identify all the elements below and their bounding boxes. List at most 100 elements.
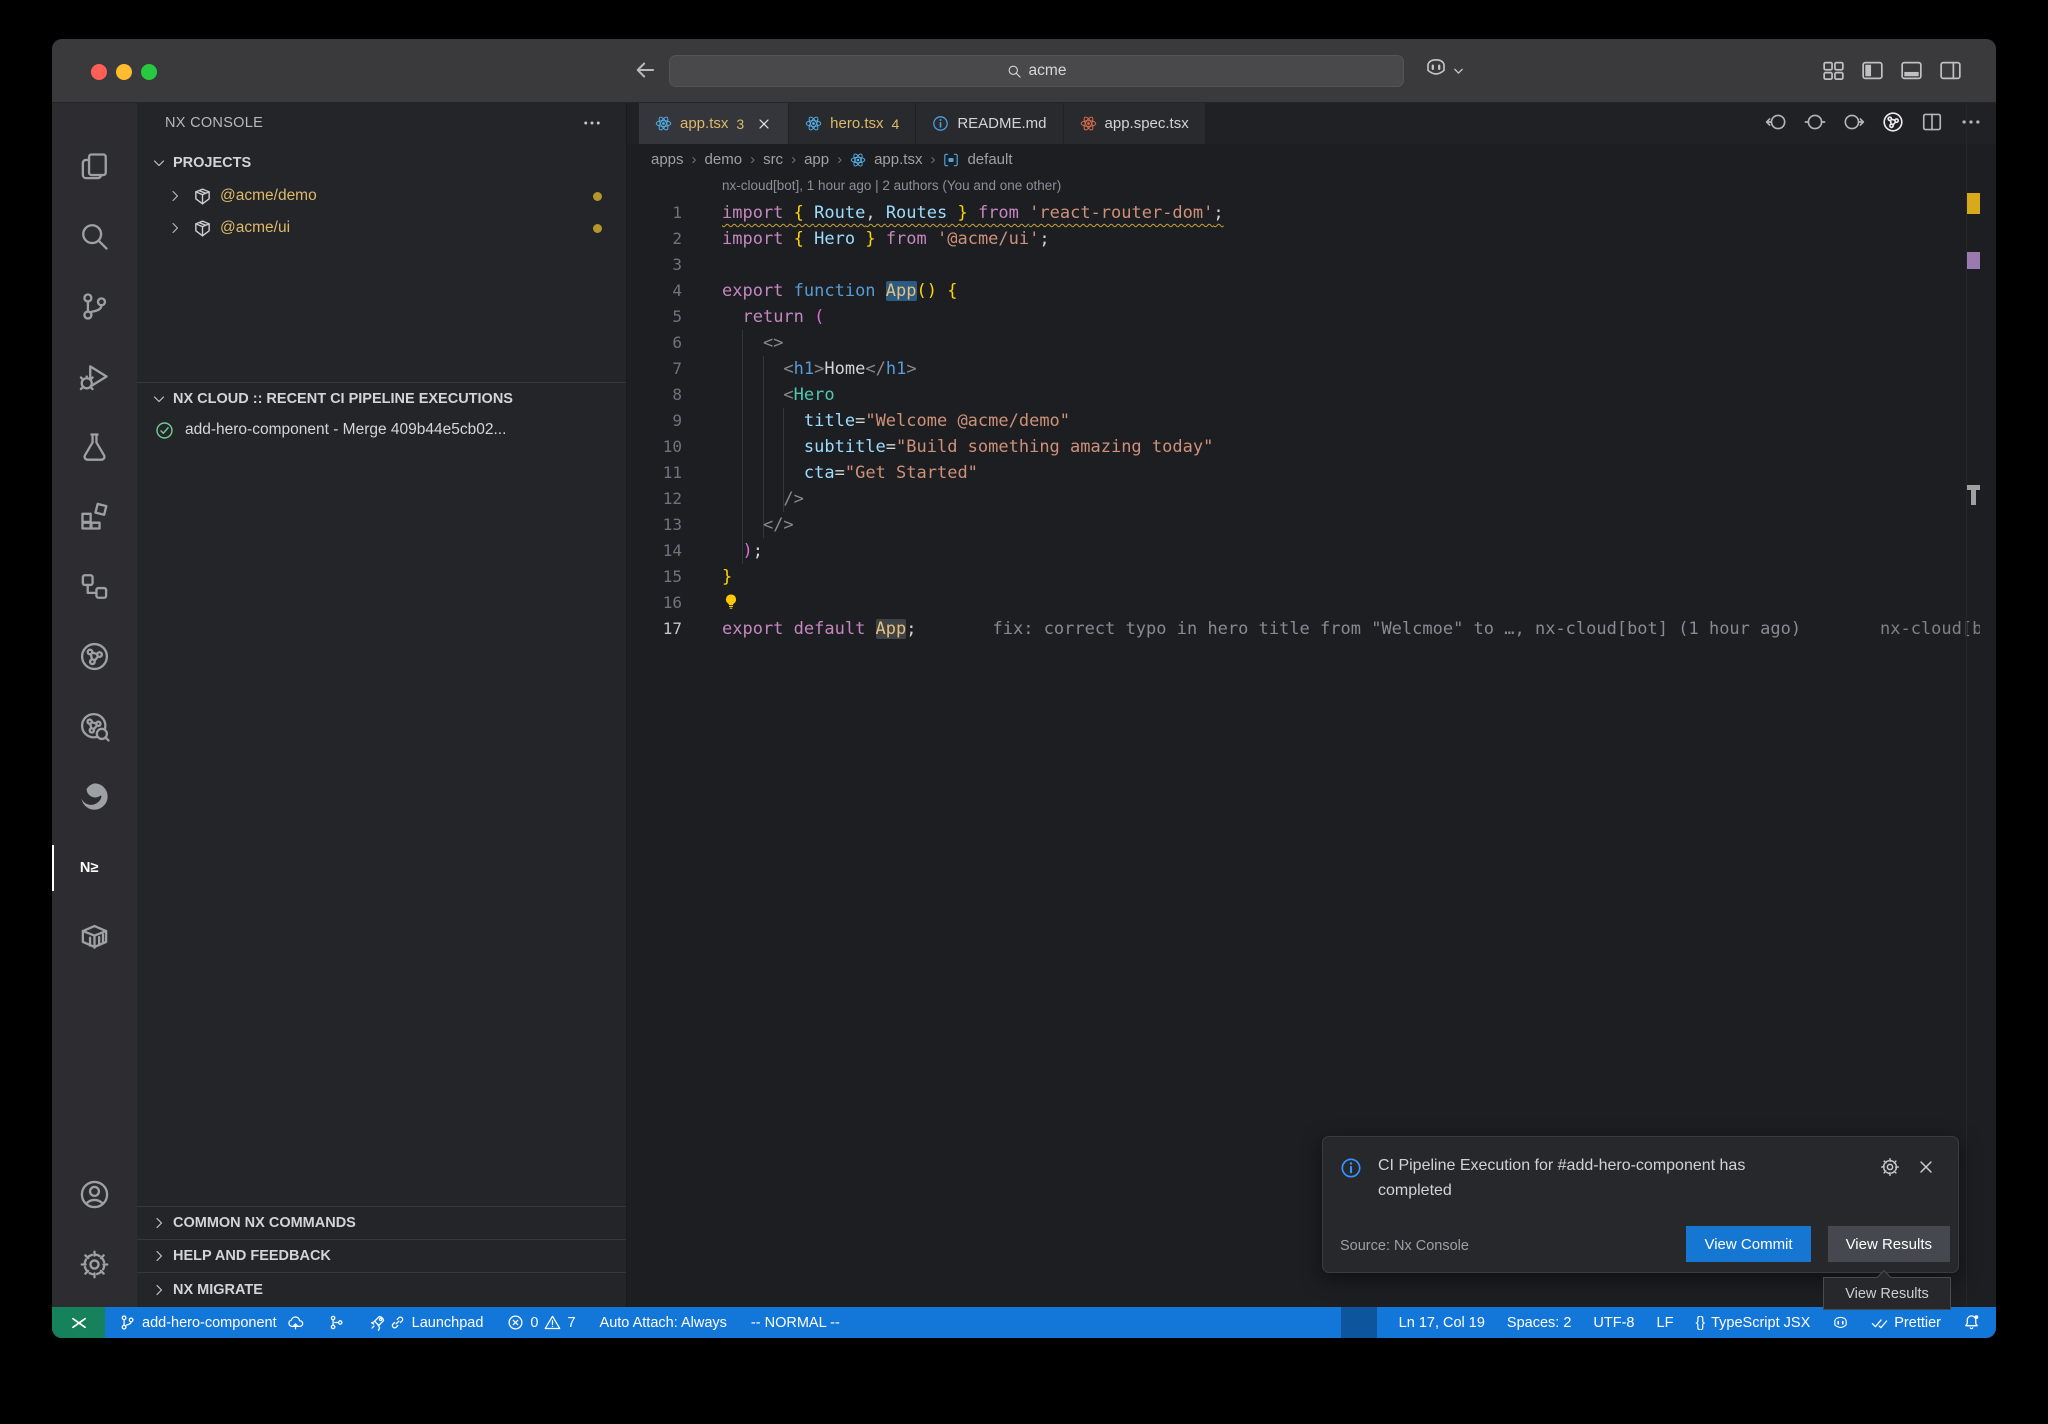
- tab-app-tsx[interactable]: app.tsx 3: [639, 103, 788, 144]
- toggle-sidebar-icon[interactable]: [1861, 59, 1884, 86]
- more-actions-icon[interactable]: [582, 113, 602, 133]
- go-forward-icon[interactable]: [1843, 111, 1865, 137]
- chevron-right-icon[interactable]: [167, 220, 183, 236]
- tab-readme-md[interactable]: README.md: [916, 103, 1062, 144]
- activity-item-nx-project-graph[interactable]: [52, 623, 137, 693]
- project-item-acme-ui[interactable]: @acme/ui: [137, 212, 626, 244]
- line-number[interactable]: 11: [627, 460, 682, 486]
- line-number[interactable]: 13: [627, 512, 682, 538]
- line-number[interactable]: 6: [627, 330, 682, 356]
- go-back-icon[interactable]: [1765, 111, 1787, 137]
- code-line-8[interactable]: <Hero: [722, 382, 1956, 408]
- section-nx-migrate[interactable]: NX MIGRATE: [137, 1272, 626, 1307]
- tab-app-spec-tsx[interactable]: app.spec.tsx: [1064, 103, 1205, 144]
- copilot-status-item[interactable]: [1832, 1314, 1849, 1331]
- navigate-back-icon[interactable]: [632, 57, 660, 85]
- activity-item-references[interactable]: [52, 553, 137, 623]
- breadcrumb-item[interactable]: demo: [705, 151, 743, 168]
- close-icon[interactable]: [1916, 1157, 1936, 1177]
- notification-settings-icon[interactable]: [1880, 1157, 1900, 1177]
- code-line-1[interactable]: import { Route, Routes } from 'react-rou…: [722, 200, 1956, 226]
- problems-item[interactable]: 0 7: [507, 1314, 575, 1331]
- more-actions-icon[interactable]: [1960, 111, 1982, 137]
- minimize-window-button[interactable]: [116, 64, 132, 80]
- nx-cloud-section-header[interactable]: NX CLOUD :: RECENT CI PIPELINE EXECUTION…: [137, 382, 626, 414]
- toggle-panel-icon[interactable]: [1900, 59, 1923, 86]
- activity-item-edge-browser[interactable]: [52, 763, 137, 833]
- copilot-menu[interactable]: [1424, 57, 1465, 77]
- customize-layout-icon[interactable]: [1822, 59, 1845, 86]
- breadcrumb-item[interactable]: app.tsx: [874, 151, 922, 168]
- branch-indicator[interactable]: add-hero-component: [119, 1314, 304, 1331]
- remote-indicator[interactable]: [52, 1307, 105, 1338]
- tab-hero-tsx[interactable]: hero.tsx 4: [789, 103, 915, 144]
- code-line-5[interactable]: return (: [722, 304, 1956, 330]
- code-line-6[interactable]: <>: [722, 330, 1956, 356]
- nav-circle-icon[interactable]: [1804, 111, 1826, 137]
- pipeline-execution-item[interactable]: add-hero-component - Merge 409b44e5cb02.…: [137, 414, 626, 446]
- formatter-item[interactable]: Prettier: [1871, 1314, 1941, 1331]
- line-number[interactable]: 8: [627, 382, 682, 408]
- code-line-9[interactable]: title="Welcome @acme/demo": [722, 408, 1956, 434]
- line-number[interactable]: 16: [627, 590, 682, 616]
- activity-item-source-control[interactable]: [52, 273, 137, 343]
- activity-item-containers[interactable]: [52, 903, 137, 973]
- split-editor-icon[interactable]: [1921, 111, 1943, 137]
- code-line-13[interactable]: </>: [722, 512, 1956, 538]
- code-line-11[interactable]: cta="Get Started": [722, 460, 1956, 486]
- project-item-acme-demo[interactable]: @acme/demo: [137, 180, 626, 212]
- line-number[interactable]: 2: [627, 226, 682, 252]
- maximize-window-button[interactable]: [141, 64, 157, 80]
- code-line-2[interactable]: import { Hero } from '@acme/ui';: [722, 226, 1956, 252]
- line-number[interactable]: 17: [627, 616, 682, 642]
- breadcrumb-item[interactable]: app: [804, 151, 829, 168]
- eol-item[interactable]: LF: [1657, 1315, 1674, 1331]
- code-line-7[interactable]: <h1>Home</h1>: [722, 356, 1956, 382]
- code-line-4[interactable]: export function App() {: [722, 278, 1956, 304]
- line-number[interactable]: 3: [627, 252, 682, 278]
- code-line-14[interactable]: );: [722, 538, 1956, 564]
- activity-item-explorer[interactable]: [52, 133, 137, 203]
- line-number[interactable]: 15: [627, 564, 682, 590]
- zoom-out-item[interactable]: [1341, 1307, 1377, 1338]
- git-graph-item[interactable]: [328, 1314, 345, 1331]
- language-mode-item[interactable]: {} TypeScript JSX: [1695, 1315, 1810, 1331]
- line-number[interactable]: 1: [627, 200, 682, 226]
- breadcrumb-item[interactable]: apps: [651, 151, 684, 168]
- activity-item-account[interactable]: [52, 1161, 137, 1231]
- code-line-3[interactable]: [722, 252, 1956, 278]
- view-results-button[interactable]: View Results: [1828, 1226, 1950, 1262]
- lightbulb-icon[interactable]: [722, 593, 740, 611]
- code-line-10[interactable]: subtitle="Build something amazing today": [722, 434, 1956, 460]
- line-number[interactable]: 10: [627, 434, 682, 460]
- launchpad-item[interactable]: Launchpad: [369, 1314, 484, 1331]
- view-commit-button[interactable]: View Commit: [1686, 1226, 1810, 1262]
- close-window-button[interactable]: [91, 64, 107, 80]
- activity-item-testing[interactable]: [52, 413, 137, 483]
- chevron-right-icon[interactable]: [167, 188, 183, 204]
- command-center-search[interactable]: acme: [669, 55, 1404, 87]
- activity-item-run-debug[interactable]: [52, 343, 137, 413]
- activity-item-search[interactable]: [52, 203, 137, 273]
- indentation-item[interactable]: Spaces: 2: [1507, 1315, 1572, 1331]
- close-icon[interactable]: [756, 116, 772, 132]
- code-line-15[interactable]: }: [722, 564, 1956, 590]
- projects-section-header[interactable]: PROJECTS: [137, 148, 626, 178]
- line-number[interactable]: 5: [627, 304, 682, 330]
- nx-graph-icon[interactable]: [1882, 111, 1904, 137]
- toggle-secondary-sidebar-icon[interactable]: [1939, 59, 1962, 86]
- breadcrumb-item[interactable]: default: [967, 151, 1012, 168]
- section-help-and-feedback[interactable]: HELP AND FEEDBACK: [137, 1239, 626, 1272]
- cursor-position-item[interactable]: Ln 17, Col 19: [1399, 1315, 1485, 1331]
- section-common-nx-commands[interactable]: COMMON NX COMMANDS: [137, 1206, 626, 1239]
- code-line-16[interactable]: [722, 590, 1956, 616]
- code-line-12[interactable]: />: [722, 486, 1956, 512]
- code-lines[interactable]: import { Route, Routes } from 'react-rou…: [722, 200, 1956, 642]
- activity-item-settings[interactable]: [52, 1231, 137, 1301]
- line-number[interactable]: 12: [627, 486, 682, 512]
- vim-mode-item[interactable]: -- NORMAL --: [751, 1315, 840, 1331]
- line-number[interactable]: 9: [627, 408, 682, 434]
- encoding-item[interactable]: UTF-8: [1593, 1315, 1634, 1331]
- line-number[interactable]: 4: [627, 278, 682, 304]
- notifications-bell-item[interactable]: [1963, 1314, 1980, 1331]
